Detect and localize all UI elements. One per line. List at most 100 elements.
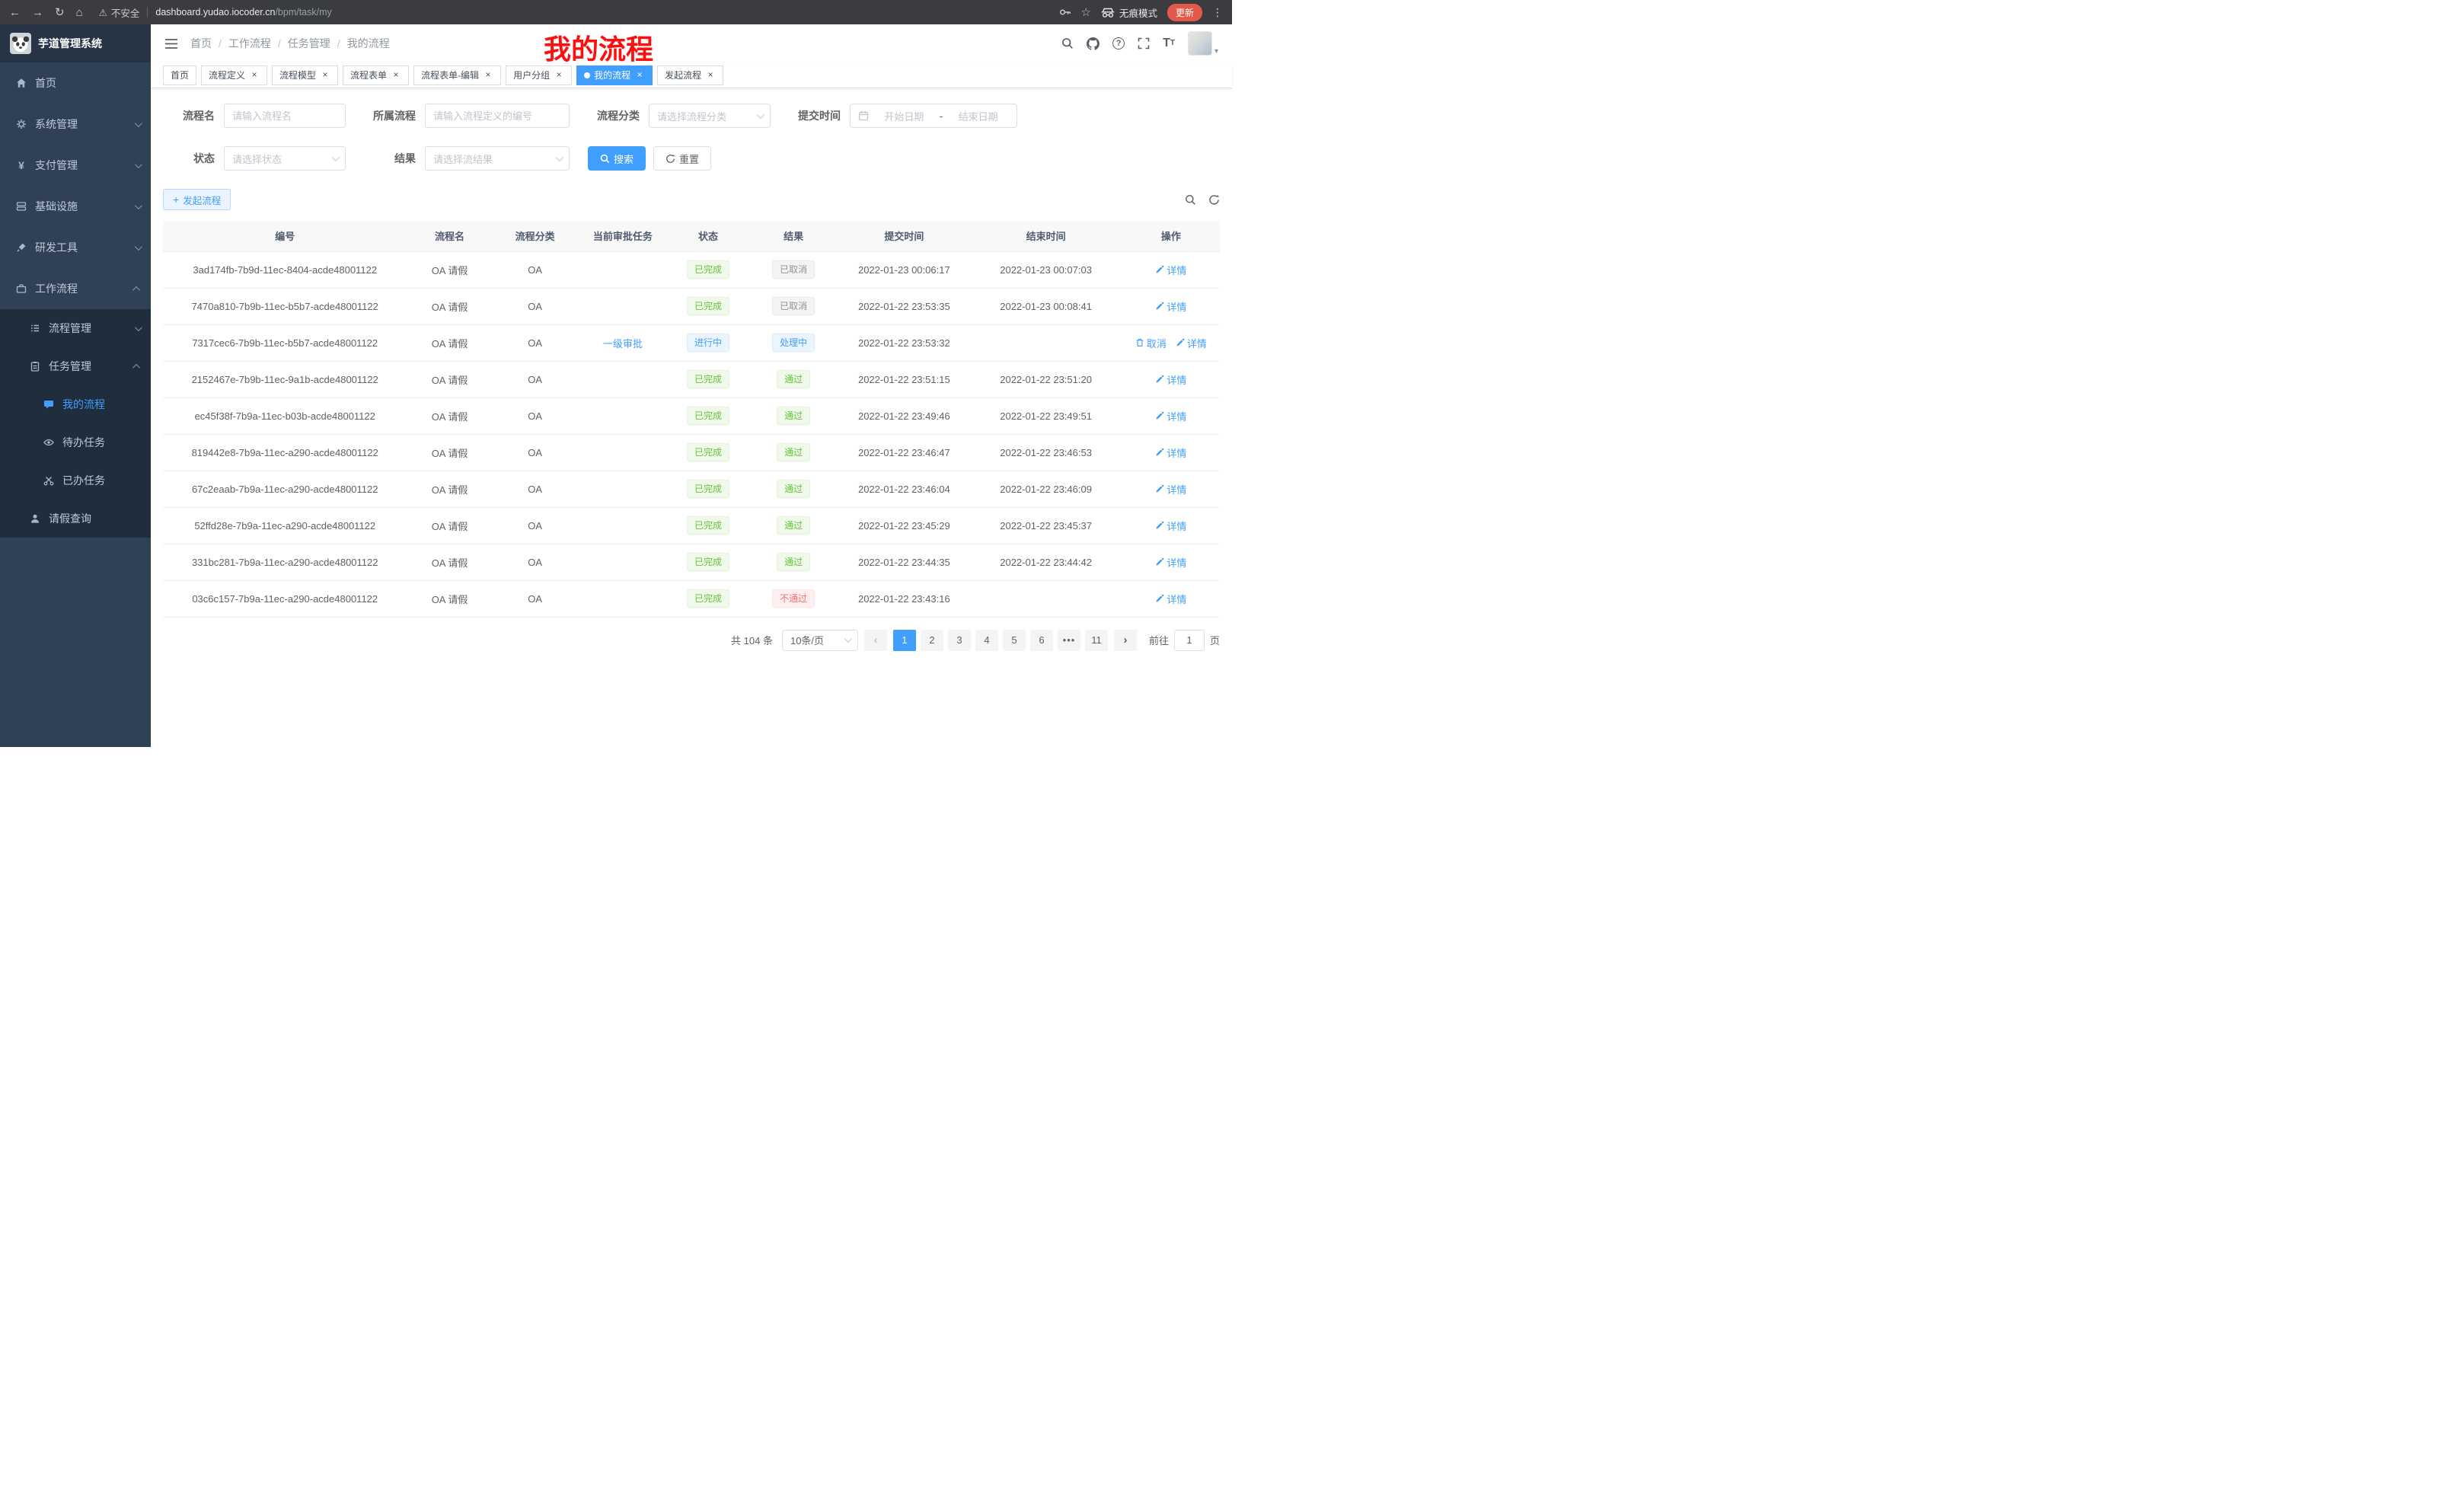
current-task-link[interactable]: 一级审批	[603, 338, 643, 350]
sidebar-item-done-tasks[interactable]: 已办任务	[0, 461, 151, 500]
chevron-down-icon	[332, 154, 340, 161]
process-name-input-field[interactable]	[232, 110, 337, 122]
sidebar-item-devtools[interactable]: 研发工具	[0, 227, 151, 268]
cell-end-time: 2022-01-22 23:46:53	[969, 434, 1122, 471]
github-icon[interactable]	[1087, 37, 1100, 50]
tab[interactable]: 流程表单-编辑×	[413, 65, 501, 85]
process-definition-input[interactable]	[425, 104, 570, 128]
action-cancel-link[interactable]: 取消	[1135, 336, 1167, 350]
security-warning[interactable]: ⚠ 不安全	[99, 5, 140, 20]
result-select[interactable]: 请选择流结果	[425, 146, 570, 171]
tab[interactable]: 流程表单×	[343, 65, 409, 85]
browser-home-icon[interactable]: ⌂	[76, 7, 83, 18]
breadcrumb-item[interactable]: 我的流程	[347, 36, 390, 51]
sidebar-item-label: 系统管理	[35, 117, 78, 132]
sidebar-item-todo-tasks[interactable]: 待办任务	[0, 423, 151, 461]
page-ellipsis[interactable]: •••	[1058, 630, 1080, 651]
address-bar[interactable]: ⚠ 不安全 dashboard.yudao.iocoder.cn/bpm/tas…	[99, 5, 1048, 20]
cell-id: 67c2eaab-7b9a-11ec-a290-acde48001122	[163, 471, 407, 507]
page-button[interactable]: 2	[921, 630, 943, 651]
search-icon[interactable]	[1061, 37, 1074, 49]
action-detail-link[interactable]: 详情	[1155, 445, 1186, 460]
sidebar-item-system[interactable]: 系统管理	[0, 104, 151, 145]
action-label: 详情	[1167, 299, 1186, 314]
sidebar-item-home[interactable]: 首页	[0, 62, 151, 104]
reset-button[interactable]: 重置	[653, 146, 711, 171]
sidebar-item-infrastructure[interactable]: 基础设施	[0, 186, 151, 227]
goto-page-input[interactable]	[1174, 630, 1205, 651]
reload-icon[interactable]: ↻	[55, 7, 65, 18]
cell-result: 通过	[748, 434, 838, 471]
tab-close-icon[interactable]: ×	[320, 70, 330, 81]
prev-page-button[interactable]: ‹	[864, 630, 887, 651]
sidebar-item-workflow[interactable]: 工作流程	[0, 268, 151, 309]
tab[interactable]: 用户分组×	[506, 65, 572, 85]
status-select[interactable]: 请选择状态	[224, 146, 346, 171]
date-range-picker[interactable]: 开始日期 - 结束日期	[850, 104, 1017, 128]
incognito-label: 无痕模式	[1119, 5, 1157, 20]
action-detail-link[interactable]: 详情	[1155, 592, 1186, 606]
font-size-icon[interactable]: TT	[1163, 37, 1175, 49]
next-page-button[interactable]: ›	[1114, 630, 1137, 651]
result-tag: 通过	[777, 516, 810, 535]
tab-close-icon[interactable]: ×	[483, 70, 493, 81]
avatar[interactable]	[1188, 31, 1212, 56]
sidebar-item-task-management[interactable]: 任务管理	[0, 347, 151, 385]
tab[interactable]: 我的流程×	[576, 65, 653, 85]
tab-close-icon[interactable]: ×	[705, 70, 716, 81]
action-detail-link[interactable]: 详情	[1155, 263, 1186, 277]
sidebar-item-process-management[interactable]: 流程管理	[0, 309, 151, 347]
tab[interactable]: 发起流程×	[657, 65, 723, 85]
tab[interactable]: 首页	[163, 65, 196, 85]
action-detail-link[interactable]: 详情	[1176, 336, 1207, 350]
action-detail-link[interactable]: 详情	[1155, 299, 1186, 314]
search-button[interactable]: 搜索	[588, 146, 646, 171]
tab-close-icon[interactable]: ×	[391, 70, 401, 81]
create-process-button[interactable]: + 发起流程	[163, 189, 231, 210]
fullscreen-icon[interactable]	[1138, 37, 1150, 49]
cell-id: 331bc281-7b9a-11ec-a290-acde48001122	[163, 544, 407, 580]
tab[interactable]: 流程模型×	[272, 65, 338, 85]
action-detail-link[interactable]: 详情	[1155, 482, 1186, 496]
forward-icon[interactable]: →	[32, 7, 43, 18]
page-button[interactable]: 4	[975, 630, 998, 651]
update-button[interactable]: 更新	[1167, 4, 1202, 21]
page-button[interactable]: 11	[1085, 630, 1108, 651]
hamburger-icon[interactable]	[164, 38, 178, 49]
toggle-search-icon[interactable]	[1185, 194, 1196, 206]
tab-close-icon[interactable]: ×	[634, 70, 645, 81]
refresh-table-icon[interactable]	[1208, 194, 1220, 206]
tab-close-icon[interactable]: ×	[249, 70, 260, 81]
browser-chrome: ← → ↻ ⌂ ⚠ 不安全 dashboard.yudao.iocoder.cn…	[0, 0, 1232, 24]
sidebar-item-my-process[interactable]: 我的流程	[0, 385, 151, 423]
page-size-select[interactable]: 10条/页	[782, 630, 858, 651]
breadcrumb-item[interactable]: 首页	[190, 36, 212, 51]
page-button[interactable]: 6	[1030, 630, 1053, 651]
sidebar-item-leave-query[interactable]: 请假查询	[0, 500, 151, 538]
action-detail-link[interactable]: 详情	[1155, 372, 1186, 387]
help-icon[interactable]: ?	[1112, 37, 1125, 49]
app-logo[interactable]: 芋道管理系统	[0, 24, 151, 62]
action-detail-link[interactable]: 详情	[1155, 409, 1186, 423]
password-key-icon[interactable]	[1059, 6, 1071, 18]
bookmark-star-icon[interactable]: ☆	[1081, 7, 1091, 18]
breadcrumb-item[interactable]: 工作流程	[228, 36, 271, 51]
table-header: 编号 流程名 流程分类 当前审批任务 状态 结果 提交时间 结束时间 操作	[163, 221, 1220, 251]
action-detail-link[interactable]: 详情	[1155, 519, 1186, 533]
action-detail-link[interactable]: 详情	[1155, 555, 1186, 570]
browser-menu-icon[interactable]: ⋮	[1212, 6, 1223, 19]
reset-button-label: 重置	[679, 152, 699, 166]
sidebar-item-payment[interactable]: ¥ 支付管理	[0, 145, 151, 186]
process-name-input[interactable]	[224, 104, 346, 128]
page-button[interactable]: 1	[893, 630, 916, 651]
page-button[interactable]: 3	[948, 630, 971, 651]
page-button[interactable]: 5	[1003, 630, 1026, 651]
process-definition-input-field[interactable]	[433, 110, 561, 122]
tab-close-icon[interactable]: ×	[554, 70, 564, 81]
breadcrumb-item[interactable]: 任务管理	[288, 36, 330, 51]
category-select[interactable]: 请选择流程分类	[649, 104, 771, 128]
chevron-down-icon	[135, 202, 142, 209]
user-menu[interactable]: ▾	[1188, 31, 1218, 56]
tab[interactable]: 流程定义×	[201, 65, 267, 85]
back-icon[interactable]: ←	[9, 7, 21, 18]
